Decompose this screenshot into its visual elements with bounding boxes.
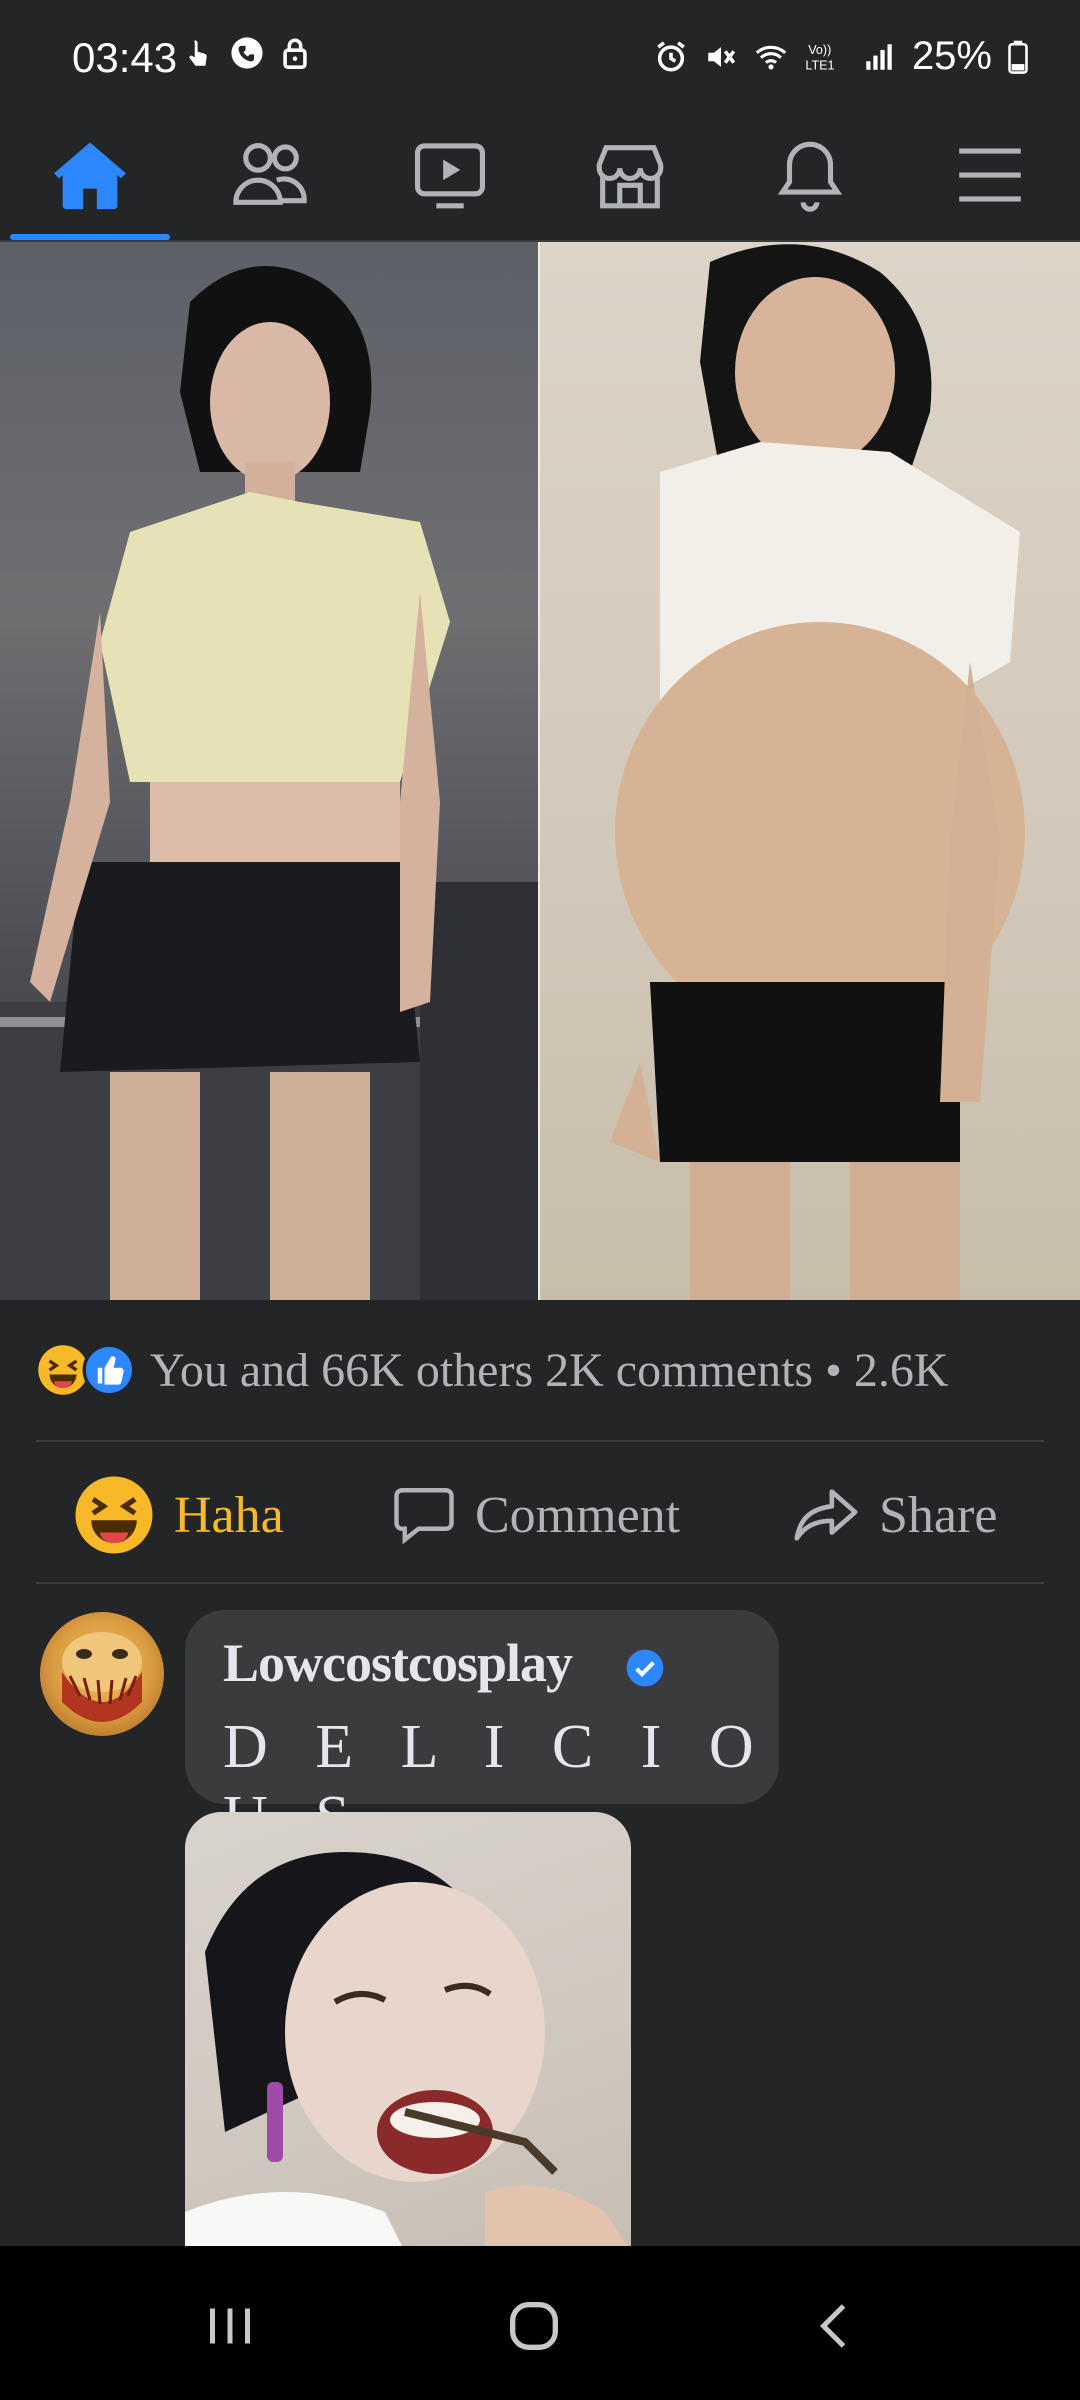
status-bar: 03:43 Vo)) LTE1 25% xyxy=(0,0,1080,110)
active-tab-indicator xyxy=(10,234,170,240)
store-icon xyxy=(596,145,664,209)
nav-home[interactable] xyxy=(0,110,180,240)
hamburger-icon xyxy=(959,148,1021,202)
signal-icon xyxy=(866,43,892,70)
top-nav xyxy=(0,110,1080,242)
reaction-emojis xyxy=(36,1343,136,1397)
reactions-summary[interactable]: You and 66K others 2K comments • 2.6K xyxy=(36,1340,949,1400)
divider-bottom xyxy=(36,1582,1044,1584)
status-left-icons xyxy=(182,36,312,70)
verified-badge-icon xyxy=(626,1649,664,1687)
comment-author[interactable]: Lowcostcosplay xyxy=(223,1632,573,1694)
home-system-button[interactable] xyxy=(494,2286,574,2366)
nav-friends[interactable] xyxy=(180,110,360,240)
svg-text:LTE1: LTE1 xyxy=(805,58,834,72)
touch-icon xyxy=(189,40,207,66)
comment-icon xyxy=(394,1488,454,1545)
share-label: Share xyxy=(879,1486,998,1544)
recents-button[interactable] xyxy=(190,2286,270,2366)
lock-icon xyxy=(283,38,307,69)
back-button[interactable] xyxy=(796,2286,876,2366)
post-photo-left xyxy=(0,242,538,1300)
nav-watch[interactable] xyxy=(360,110,540,240)
haha-label: Haha xyxy=(174,1486,284,1544)
recents-icon xyxy=(210,2308,250,2344)
bell-icon xyxy=(777,141,843,212)
comment-image[interactable] xyxy=(185,1812,631,2252)
nav-marketplace[interactable] xyxy=(540,110,720,240)
avatar-art xyxy=(62,1632,142,1722)
photo-left-drawing xyxy=(0,266,538,1300)
alarm-icon xyxy=(657,40,685,72)
mute-icon xyxy=(708,46,736,67)
comment-photo-drawing xyxy=(185,1852,631,2252)
nav-notifications[interactable] xyxy=(720,110,900,240)
shield-phone-icon xyxy=(231,37,263,69)
post-image[interactable] xyxy=(0,242,1080,1300)
volte-icon: Vo))LTE1 xyxy=(805,43,834,72)
system-nav-bar xyxy=(0,2246,1080,2400)
status-time: 03:43 xyxy=(72,34,178,81)
share-button[interactable]: Share xyxy=(791,1445,997,1585)
haha-button[interactable]: Haha xyxy=(72,1445,284,1585)
svg-text:Vo)): Vo)) xyxy=(808,43,831,57)
comment-button[interactable]: Comment xyxy=(391,1445,680,1585)
battery-icon xyxy=(1008,40,1028,74)
comment-label: Comment xyxy=(475,1486,681,1544)
photo-right-drawing xyxy=(610,244,1025,1300)
back-icon xyxy=(819,2304,846,2348)
like-emoji-icon xyxy=(82,1343,136,1397)
home-icon xyxy=(54,142,126,210)
video-icon xyxy=(414,143,486,209)
commenter-avatar[interactable] xyxy=(40,1612,164,1736)
post-photo-right xyxy=(540,242,1080,1300)
reactions-summary-text: You and 66K others 2K comments • 2.6K xyxy=(150,1343,949,1397)
divider-top xyxy=(36,1440,1044,1442)
haha-icon xyxy=(75,1476,153,1554)
comment-bubble[interactable]: Lowcostcosplay D E L I C I O U S xyxy=(185,1610,779,1852)
nav-menu[interactable] xyxy=(900,110,1080,240)
friends-icon xyxy=(233,143,307,205)
home-circle-icon xyxy=(510,2302,558,2350)
status-right: Vo)) LTE1 25% xyxy=(654,34,1028,79)
wifi-icon xyxy=(755,45,787,69)
battery-percent: 25% xyxy=(911,34,992,78)
share-icon xyxy=(794,1489,858,1541)
post-actions: Haha Comment Share xyxy=(36,1445,1044,1585)
